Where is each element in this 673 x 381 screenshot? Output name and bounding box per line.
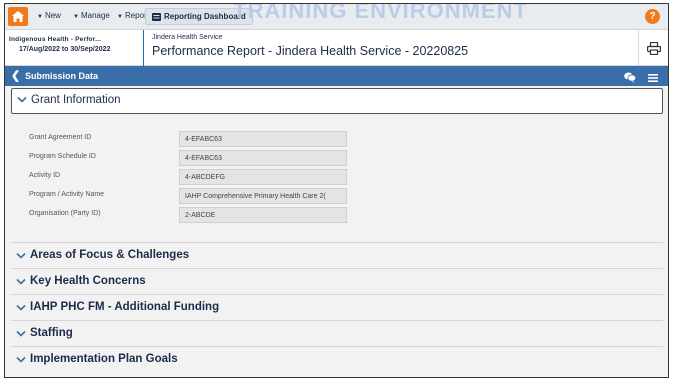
help-button[interactable]: ? xyxy=(645,9,660,24)
nav-new-menu[interactable]: ▼ New xyxy=(37,11,61,20)
section-key-health-concerns[interactable]: Key Health Concerns xyxy=(11,268,663,294)
field-label: Program Schedule ID xyxy=(29,153,96,160)
field-label: Grant Agreement ID xyxy=(29,134,92,141)
nav-new-label: New xyxy=(44,11,61,20)
caret-down-icon: ▼ xyxy=(37,14,43,20)
chevron-down-icon xyxy=(16,356,26,363)
field-label: Activity ID xyxy=(29,172,61,179)
section-label: Grant Information xyxy=(31,94,121,106)
field-grant-agreement-id: Grant Agreement ID 4-EFABC63 xyxy=(29,131,389,148)
submission-data-bar: ❮ Submission Data xyxy=(5,66,668,86)
section-label: Key Health Concerns xyxy=(30,275,146,287)
section-implementation-plan-goals[interactable]: Implementation Plan Goals xyxy=(11,346,663,372)
home-icon xyxy=(12,11,24,22)
field-program-schedule-id: Program Schedule ID 4-EFABC63 xyxy=(29,150,389,167)
app-window: ▼ New ▼ Manage ▼ Reports Reporting Dashboar… xyxy=(4,3,669,378)
chevron-down-icon xyxy=(16,252,26,259)
nav-manage-label: Manage xyxy=(80,11,110,20)
printer-icon xyxy=(646,41,661,55)
section-label: Implementation Plan Goals xyxy=(30,353,178,365)
organisation-name: Jindera Health Service xyxy=(152,34,223,41)
nav-manage-menu[interactable]: ▼ Manage xyxy=(73,11,110,20)
home-button[interactable] xyxy=(8,7,28,26)
section-grant-information[interactable]: Grant Information xyxy=(11,88,663,114)
comments-icon[interactable] xyxy=(624,70,637,88)
back-chevron-icon[interactable]: ❮ xyxy=(11,69,20,82)
top-nav: ▼ New ▼ Manage ▼ Reports Reporting Dashboar… xyxy=(5,4,668,30)
report-date-range: 17/Aug/2022 to 30/Sep/2022 xyxy=(19,46,111,53)
caret-down-icon: ▼ xyxy=(73,14,79,20)
report-selector[interactable]: Indigenous Health - Perfor... 17/Aug/202… xyxy=(5,30,144,66)
field-value: IAHP Comprehensive Primary Health Care 2… xyxy=(179,188,347,204)
field-organisation-party-id: Organisation (Party ID) 2-ABCDE xyxy=(29,207,389,224)
hamburger-menu-icon[interactable] xyxy=(648,70,658,88)
caret-down-icon: ▼ xyxy=(117,14,123,20)
section-areas-of-focus[interactable]: Areas of Focus & Challenges xyxy=(11,242,663,268)
section-label: Areas of Focus & Challenges xyxy=(30,249,190,261)
section-label: Staffing xyxy=(30,327,73,339)
field-value: 4-EFABC63 xyxy=(179,150,347,166)
field-label: Organisation (Party ID) xyxy=(29,210,101,217)
chevron-down-icon xyxy=(16,278,26,285)
field-label: Program / Activity Name xyxy=(29,191,105,198)
submission-data-title: Submission Data xyxy=(25,71,99,81)
dashboard-icon xyxy=(152,12,161,21)
chevron-down-icon xyxy=(16,304,26,311)
section-staffing[interactable]: Staffing xyxy=(11,320,663,346)
report-header: Indigenous Health - Perfor... 17/Aug/202… xyxy=(5,30,668,66)
field-activity-id: Activity ID 4-ABCDEFG xyxy=(29,169,389,186)
print-button[interactable] xyxy=(638,30,668,66)
field-program-activity-name: Program / Activity Name IAHP Comprehensi… xyxy=(29,188,389,205)
question-icon: ? xyxy=(649,11,656,22)
section-label: IAHP PHC FM - Additional Funding xyxy=(30,301,220,313)
chevron-down-icon xyxy=(17,96,27,103)
grant-information-body: Grant Agreement ID 4-EFABC63 Program Sch… xyxy=(11,115,663,245)
field-value: 4-ABCDEFG xyxy=(179,169,347,185)
chevron-down-icon xyxy=(16,330,26,337)
report-type: Indigenous Health - Perfor... xyxy=(9,36,102,43)
section-additional-funding[interactable]: IAHP PHC FM - Additional Funding xyxy=(11,294,663,320)
field-value: 2-ABCDE xyxy=(179,207,347,223)
training-watermark: TRAINING ENVIRONMENT xyxy=(233,3,528,23)
field-value: 4-EFABC63 xyxy=(179,131,347,147)
page-title: Performance Report - Jindera Health Serv… xyxy=(152,44,469,58)
